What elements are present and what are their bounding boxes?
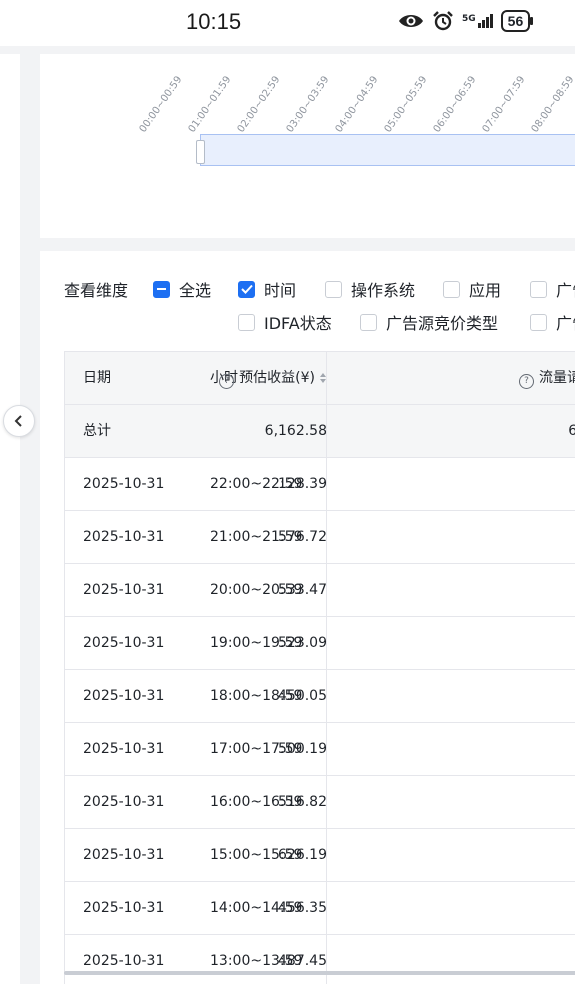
table-row: 2025-10-3119:00~19:59523.0952	[65, 617, 575, 670]
dimension-checkbox[interactable]: 广告源竞价类型	[360, 310, 498, 334]
dimension-checkbox-label: IDFA状态	[264, 314, 332, 333]
cell-revenue: 626.19	[278, 847, 327, 863]
cell-revenue: 500.19	[278, 741, 327, 757]
status-icons: 5G 56	[398, 10, 533, 32]
header-requests-label: 流量请求	[539, 370, 575, 386]
dimension-checkbox-label: 广告类型	[556, 314, 575, 333]
cell-revenue: 533.47	[278, 582, 327, 598]
table-row: 2025-10-3115:00~15:59626.1966	[65, 829, 575, 882]
status-time: 10:15	[186, 9, 242, 34]
help-icon[interactable]: ?	[519, 374, 534, 389]
chart-card: 00:00~00:59 01:00~01:59 02:00~02:59 03:00~0…	[40, 54, 575, 238]
checkbox-box[interactable]	[530, 280, 547, 298]
cell-date: 2025-10-31	[83, 741, 165, 757]
check-icon[interactable]	[238, 280, 255, 298]
report-card: 查看维度 全选时间操作系统应用广告位IDFA状态广告源竞价类型广告类型 日期 小…	[40, 251, 575, 984]
table-row: 2025-10-3117:00~17:59500.1948	[65, 723, 575, 776]
dimension-checkbox-label: 广告位	[556, 281, 575, 300]
header-date: 日期	[83, 370, 111, 386]
dimension-checkbox[interactable]: 广告类型	[530, 310, 575, 334]
left-sidebar	[0, 54, 20, 984]
range-slider-handle[interactable]	[196, 140, 205, 164]
table-row: 2025-10-3122:00~22:59128.3912	[65, 458, 575, 511]
total-revenue: 6,162.58	[264, 423, 327, 439]
cell-date: 2025-10-31	[83, 476, 165, 492]
eye-icon	[399, 15, 423, 27]
table-row: 2025-10-3116:00~16:59516.8255	[65, 776, 575, 829]
checkbox-box[interactable]	[325, 280, 342, 298]
cell-revenue: 456.35	[278, 900, 327, 916]
network-type: 5G	[462, 14, 476, 24]
dimension-checkbox[interactable]: 操作系统	[325, 277, 415, 301]
header-requests[interactable]: ? 流量请求	[519, 352, 575, 404]
collapse-sidebar-button[interactable]	[3, 405, 35, 437]
report-table: 日期 小时 ?预估收益(¥) ?流量请求 总计 6,162.58 667 202…	[64, 351, 575, 984]
table-header: 日期 小时 ?预估收益(¥) ?流量请求	[65, 352, 575, 405]
checkbox-box[interactable]	[238, 313, 255, 331]
signal-icon: 5G	[462, 14, 493, 28]
battery-indicator: 56	[500, 10, 533, 32]
dimension-checkbox-label: 全选	[179, 281, 212, 300]
cell-revenue: 576.72	[278, 529, 327, 545]
dimension-checkbox-label: 应用	[469, 281, 502, 300]
status-bar: 10:15 5G 56	[0, 0, 575, 46]
table-body: 2025-10-3122:00~22:59128.39122025-10-312…	[65, 458, 575, 984]
total-label: 总计	[83, 423, 111, 439]
total-requests: 667	[568, 423, 575, 439]
time-range-slider[interactable]	[200, 134, 575, 166]
table-row: 2025-10-3113:00~13:59487.4561	[65, 935, 575, 984]
cell-revenue: 516.82	[278, 794, 327, 810]
cell-date: 2025-10-31	[83, 529, 165, 545]
cell-revenue: 523.09	[278, 635, 327, 651]
dimension-checkbox[interactable]: IDFA状态	[238, 310, 332, 334]
cell-revenue: 450.05	[278, 688, 327, 704]
horizontal-scrollbar[interactable]	[64, 971, 575, 975]
header-revenue[interactable]: ? 预估收益(¥)	[219, 352, 327, 404]
indeterminate-icon[interactable]	[153, 280, 170, 298]
cell-date: 2025-10-31	[83, 847, 165, 863]
cell-date: 2025-10-31	[83, 794, 165, 810]
cell-date: 2025-10-31	[83, 582, 165, 598]
dimension-checkbox[interactable]: 时间	[238, 277, 296, 301]
cell-revenue: 128.39	[278, 476, 327, 492]
cell-date: 2025-10-31	[83, 635, 165, 651]
cell-revenue: 487.45	[278, 953, 327, 969]
help-icon[interactable]: ?	[219, 374, 235, 389]
total-row: 总计 6,162.58 667	[65, 405, 575, 458]
cell-date: 2025-10-31	[83, 953, 165, 969]
checkbox-box[interactable]	[360, 313, 377, 331]
header-revenue-label: 预估收益(¥)	[239, 370, 315, 386]
dimension-checkbox-label: 操作系统	[351, 281, 416, 300]
table-row: 2025-10-3118:00~18:59450.0544	[65, 670, 575, 723]
table-row: 2025-10-3121:00~21:59576.7260	[65, 511, 575, 564]
sort-icon[interactable]	[319, 372, 327, 384]
table-row: 2025-10-3114:00~14:59456.3549	[65, 882, 575, 935]
checkbox-box[interactable]	[530, 313, 547, 331]
table-row: 2025-10-3120:00~20:59533.4754	[65, 564, 575, 617]
dimension-checkbox-label: 广告源竞价类型	[386, 314, 499, 333]
dimension-checkbox[interactable]: 全选	[153, 277, 211, 301]
checkbox-box[interactable]	[443, 280, 460, 298]
cell-date: 2025-10-31	[83, 900, 165, 916]
dimension-checkbox[interactable]: 应用	[443, 277, 501, 301]
cell-date: 2025-10-31	[83, 688, 165, 704]
chevron-left-icon	[14, 415, 22, 427]
alarm-icon	[433, 11, 453, 31]
dimension-checkbox-label: 时间	[264, 281, 297, 300]
dimension-checkbox[interactable]: 广告位	[530, 277, 575, 301]
dimension-label: 查看维度	[64, 281, 129, 300]
